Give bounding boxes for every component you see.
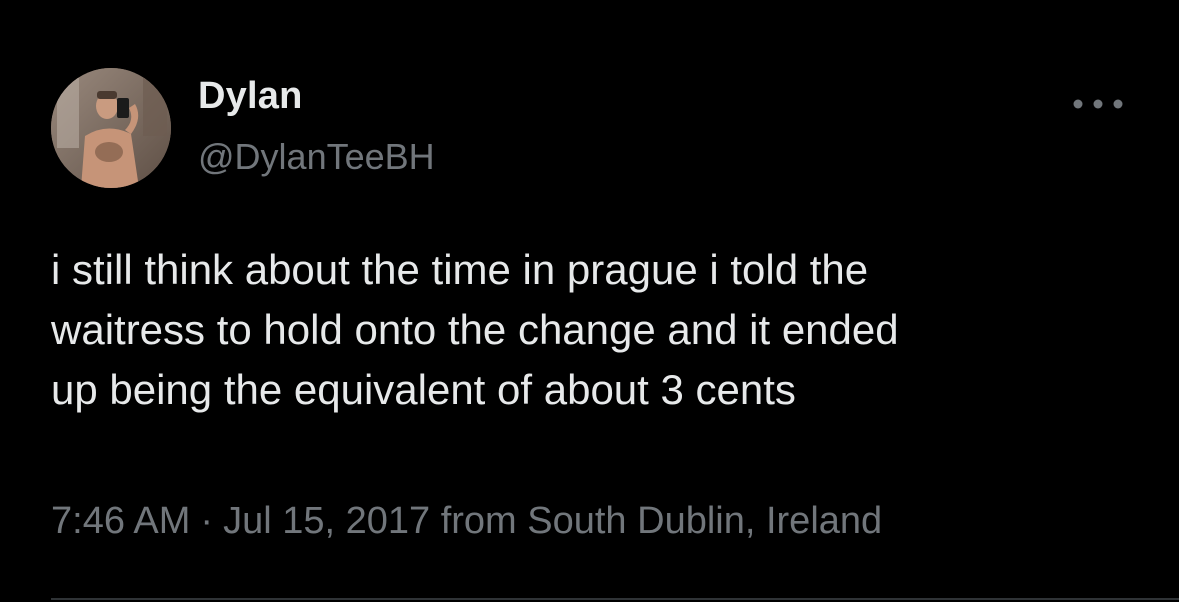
meta-separator: · bbox=[200, 500, 214, 542]
more-options-icon bbox=[1073, 99, 1123, 109]
tweet-location: from South Dublin, Ireland bbox=[440, 500, 883, 542]
author-display-name[interactable]: Dylan bbox=[198, 73, 302, 119]
more-options-button[interactable] bbox=[1066, 86, 1130, 122]
avatar[interactable] bbox=[51, 68, 171, 188]
tweet-card: Dylan @DylanTeeBH i still think about th… bbox=[0, 0, 1179, 602]
author-handle[interactable]: @DylanTeeBH bbox=[198, 135, 435, 179]
tweet-text: i still think about the time in prague i… bbox=[51, 240, 1141, 420]
tweet-text-line: up being the equivalent of about 3 cents bbox=[51, 366, 796, 413]
tweet-text-line: i still think about the time in prague i… bbox=[51, 246, 869, 293]
tweet-time[interactable]: 7:46 AM bbox=[51, 500, 190, 542]
tweet-text-line: waitress to hold onto the change and it … bbox=[51, 306, 899, 353]
tweet-metadata: 7:46 AM · Jul 15, 2017 from South Dublin, … bbox=[51, 496, 882, 546]
tweet-date[interactable]: Jul 15, 2017 bbox=[223, 500, 430, 542]
divider bbox=[51, 598, 1179, 600]
avatar-photo-icon bbox=[51, 68, 171, 188]
